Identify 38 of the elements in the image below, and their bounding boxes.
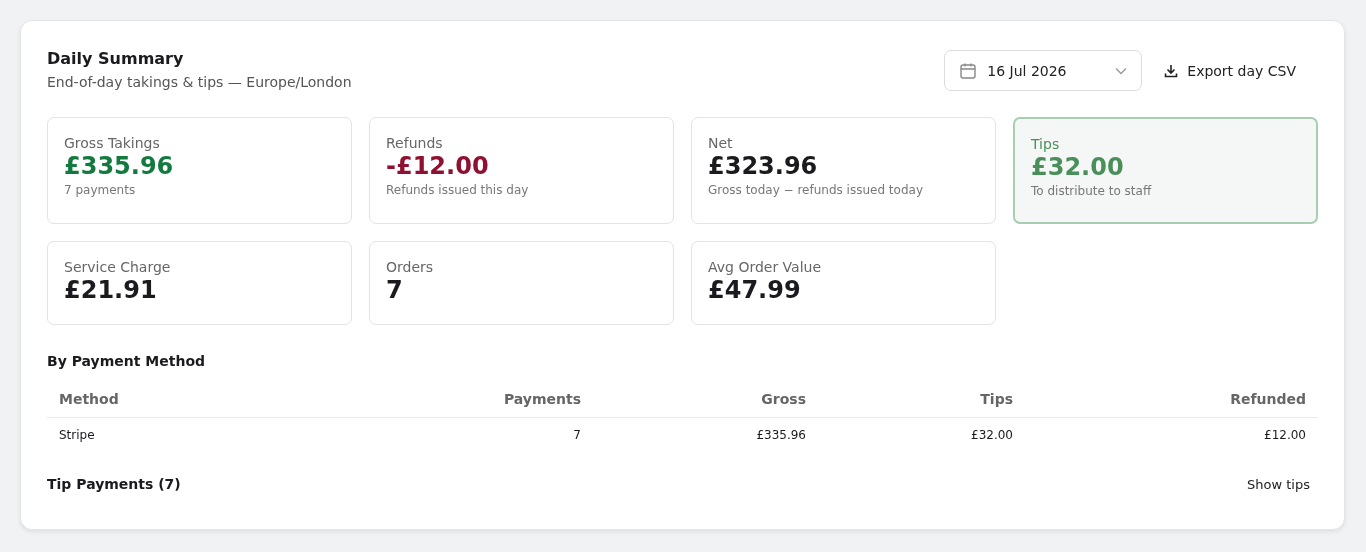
stat-value: -£12.00 [386, 152, 490, 180]
stat-note: Refunds issued this day [386, 183, 530, 197]
stat-label: Net [708, 135, 734, 151]
section-title: By Payment Method [47, 353, 207, 369]
date-picker[interactable]: 16 Jul 2026 [944, 50, 1143, 91]
stat-note: Gross today − refunds issued today [708, 183, 924, 197]
table-cell-text: 7 [572, 427, 582, 444]
chevron-down-icon [1115, 66, 1128, 75]
stat-label: Avg Order Value [708, 259, 823, 275]
download-icon [1164, 63, 1179, 78]
stat-value: £323.96 [708, 152, 819, 180]
column-header: Tips [818, 383, 1025, 418]
table-cell-text: £335.96 [755, 427, 807, 444]
stat-value: £21.91 [64, 276, 158, 304]
stat-note: To distribute to staff [1031, 184, 1153, 198]
stat-label: Orders [386, 259, 435, 275]
stat-label: Tips [1031, 136, 1061, 152]
stat-label: Service Charge [64, 259, 172, 275]
stat-label: Refunds [386, 135, 444, 151]
stat-value: £32.00 [1031, 153, 1125, 181]
table-cell-text: £32.00 [970, 427, 1014, 444]
stat-note: 7 payments [64, 183, 137, 197]
stat-value: £47.99 [708, 276, 802, 304]
stat-value: 7 [386, 276, 404, 304]
column-header: Payments [340, 383, 593, 418]
table-cell-text: Stripe [58, 427, 96, 444]
page-subtitle: End-of-day takings & tips — Europe/London [47, 74, 352, 90]
table-cell-text: £12.00 [1263, 427, 1307, 444]
stat-value: £335.96 [64, 152, 175, 180]
column-header: Gross [593, 383, 818, 418]
column-header: Method [47, 383, 340, 418]
calendar-icon [959, 61, 978, 80]
column-header: Refunded [1025, 383, 1318, 418]
page-title: Daily Summary [47, 49, 185, 68]
export-button[interactable]: Export day CSV [1154, 62, 1306, 79]
show-tips-button[interactable]: Show tips [1239, 476, 1318, 492]
section-title: Tip Payments (7) [47, 476, 181, 492]
stat-label: Gross Takings [64, 135, 161, 151]
